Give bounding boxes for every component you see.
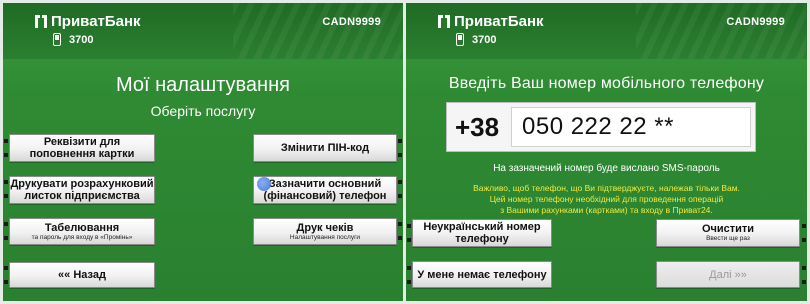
button-label: Друк чеків	[296, 221, 354, 234]
page-title: Введіть Ваш номер мобільного телефону	[448, 75, 765, 92]
next-button[interactable]: Далі »»	[656, 261, 800, 288]
side-key-marker	[4, 222, 8, 240]
bank-name: ПриватБанк	[51, 13, 141, 30]
warning-line: з Вашими рахунками (картками) та входу в…	[500, 205, 713, 215]
side-key-marker	[398, 139, 402, 157]
button-label: Табелювання	[44, 221, 120, 234]
set-main-phone-button[interactable]: Зазначити основний (фінансовий) телефон	[253, 176, 397, 204]
bank-logo: ПриватБанк	[35, 13, 141, 30]
header-decoration	[233, 3, 403, 59]
requisites-button[interactable]: Реквізити для поповнення картки	[9, 134, 155, 162]
clear-button[interactable]: Очистити Ввести ще раз	[656, 219, 800, 247]
bank-logo: ПриватБанк	[438, 13, 544, 30]
mobile-phone-icon	[53, 33, 61, 46]
atm-screen-settings: ПриватБанк 3700 CADN9999 Мої налаштуванн…	[3, 3, 403, 301]
button-sublabel: та пароль для входу в «Промінь»	[31, 233, 133, 241]
hotline: 3700	[456, 33, 496, 46]
side-key-marker	[4, 139, 8, 157]
no-phone-button[interactable]: У мене немає телефону	[412, 261, 552, 288]
button-sublabel: Ввести ще раз	[706, 235, 750, 242]
header-decoration	[636, 3, 806, 59]
atm-id: CADN9999	[726, 16, 785, 28]
side-key-marker	[4, 266, 8, 284]
touch-indicator	[257, 177, 271, 191]
print-checks-button[interactable]: Друк чеків Налаштування послуги	[253, 218, 397, 245]
privatbank-logo-icon	[438, 15, 450, 28]
side-key-marker	[398, 222, 402, 240]
bank-name: ПриватБанк	[454, 13, 544, 30]
warning-line: Важливо, щоб телефон, що Ви підтверджуєт…	[473, 183, 740, 193]
back-button[interactable]: «« Назад	[9, 262, 155, 288]
screen-header: ПриватБанк 3700 CADN9999	[3, 3, 403, 59]
screen-header: ПриватБанк 3700 CADN9999	[406, 3, 807, 59]
button-label: Далі »»	[709, 268, 747, 281]
tabulation-button[interactable]: Табелювання та пароль для входу в «Промі…	[9, 218, 155, 245]
button-label: Очистити	[701, 223, 755, 235]
button-label: Змінити ПІН-код	[280, 142, 370, 154]
phone-number-input[interactable]: 050 222 22 **	[511, 107, 751, 147]
button-label: Друкувати розрахунковий листок підприємс…	[10, 178, 154, 202]
hotline-number: 3700	[472, 33, 497, 46]
side-key-marker	[802, 266, 806, 284]
button-label: Зазначити основний (фінансовий) телефон	[263, 178, 387, 202]
button-sublabel: Налаштування послуги	[289, 233, 361, 241]
warning-text: Важливо, щоб телефон, що Ви підтверджуєт…	[406, 183, 807, 216]
print-sheet-button[interactable]: Друкувати розрахунковий листок підприємс…	[9, 176, 155, 204]
sms-note: На зазначений номер буде вислано SMS-пар…	[493, 163, 720, 174]
atm-id: CADN9999	[322, 16, 381, 28]
button-label: «« Назад	[58, 269, 106, 281]
phone-entry-box: +38 050 222 22 **	[446, 102, 756, 152]
change-pin-button[interactable]: Змінити ПІН-код	[253, 134, 397, 162]
side-key-marker	[407, 266, 411, 284]
mobile-phone-icon	[456, 33, 464, 46]
side-key-marker	[802, 224, 806, 242]
button-label: Реквізити для поповнення картки	[29, 136, 135, 160]
hotline: 3700	[53, 33, 93, 46]
privatbank-logo-icon	[35, 15, 47, 28]
button-label: Неукраїнський номер телефону	[423, 221, 541, 245]
non-ukrainian-number-button[interactable]: Неукраїнський номер телефону	[412, 219, 552, 247]
atm-screen-phone-entry: ПриватБанк 3700 CADN9999 Введіть Ваш ном…	[406, 3, 807, 301]
side-key-marker	[407, 224, 411, 242]
page-title: Мої налаштування	[116, 74, 290, 96]
hotline-number: 3700	[69, 33, 94, 46]
warning-line: Цей номер телефону необхідний для провед…	[489, 194, 724, 204]
page-subtitle: Оберіть послугу	[150, 103, 256, 119]
side-key-marker	[4, 180, 8, 198]
country-code: +38	[455, 112, 500, 142]
button-label: У мене немає телефону	[417, 268, 547, 281]
side-key-marker	[398, 180, 402, 198]
